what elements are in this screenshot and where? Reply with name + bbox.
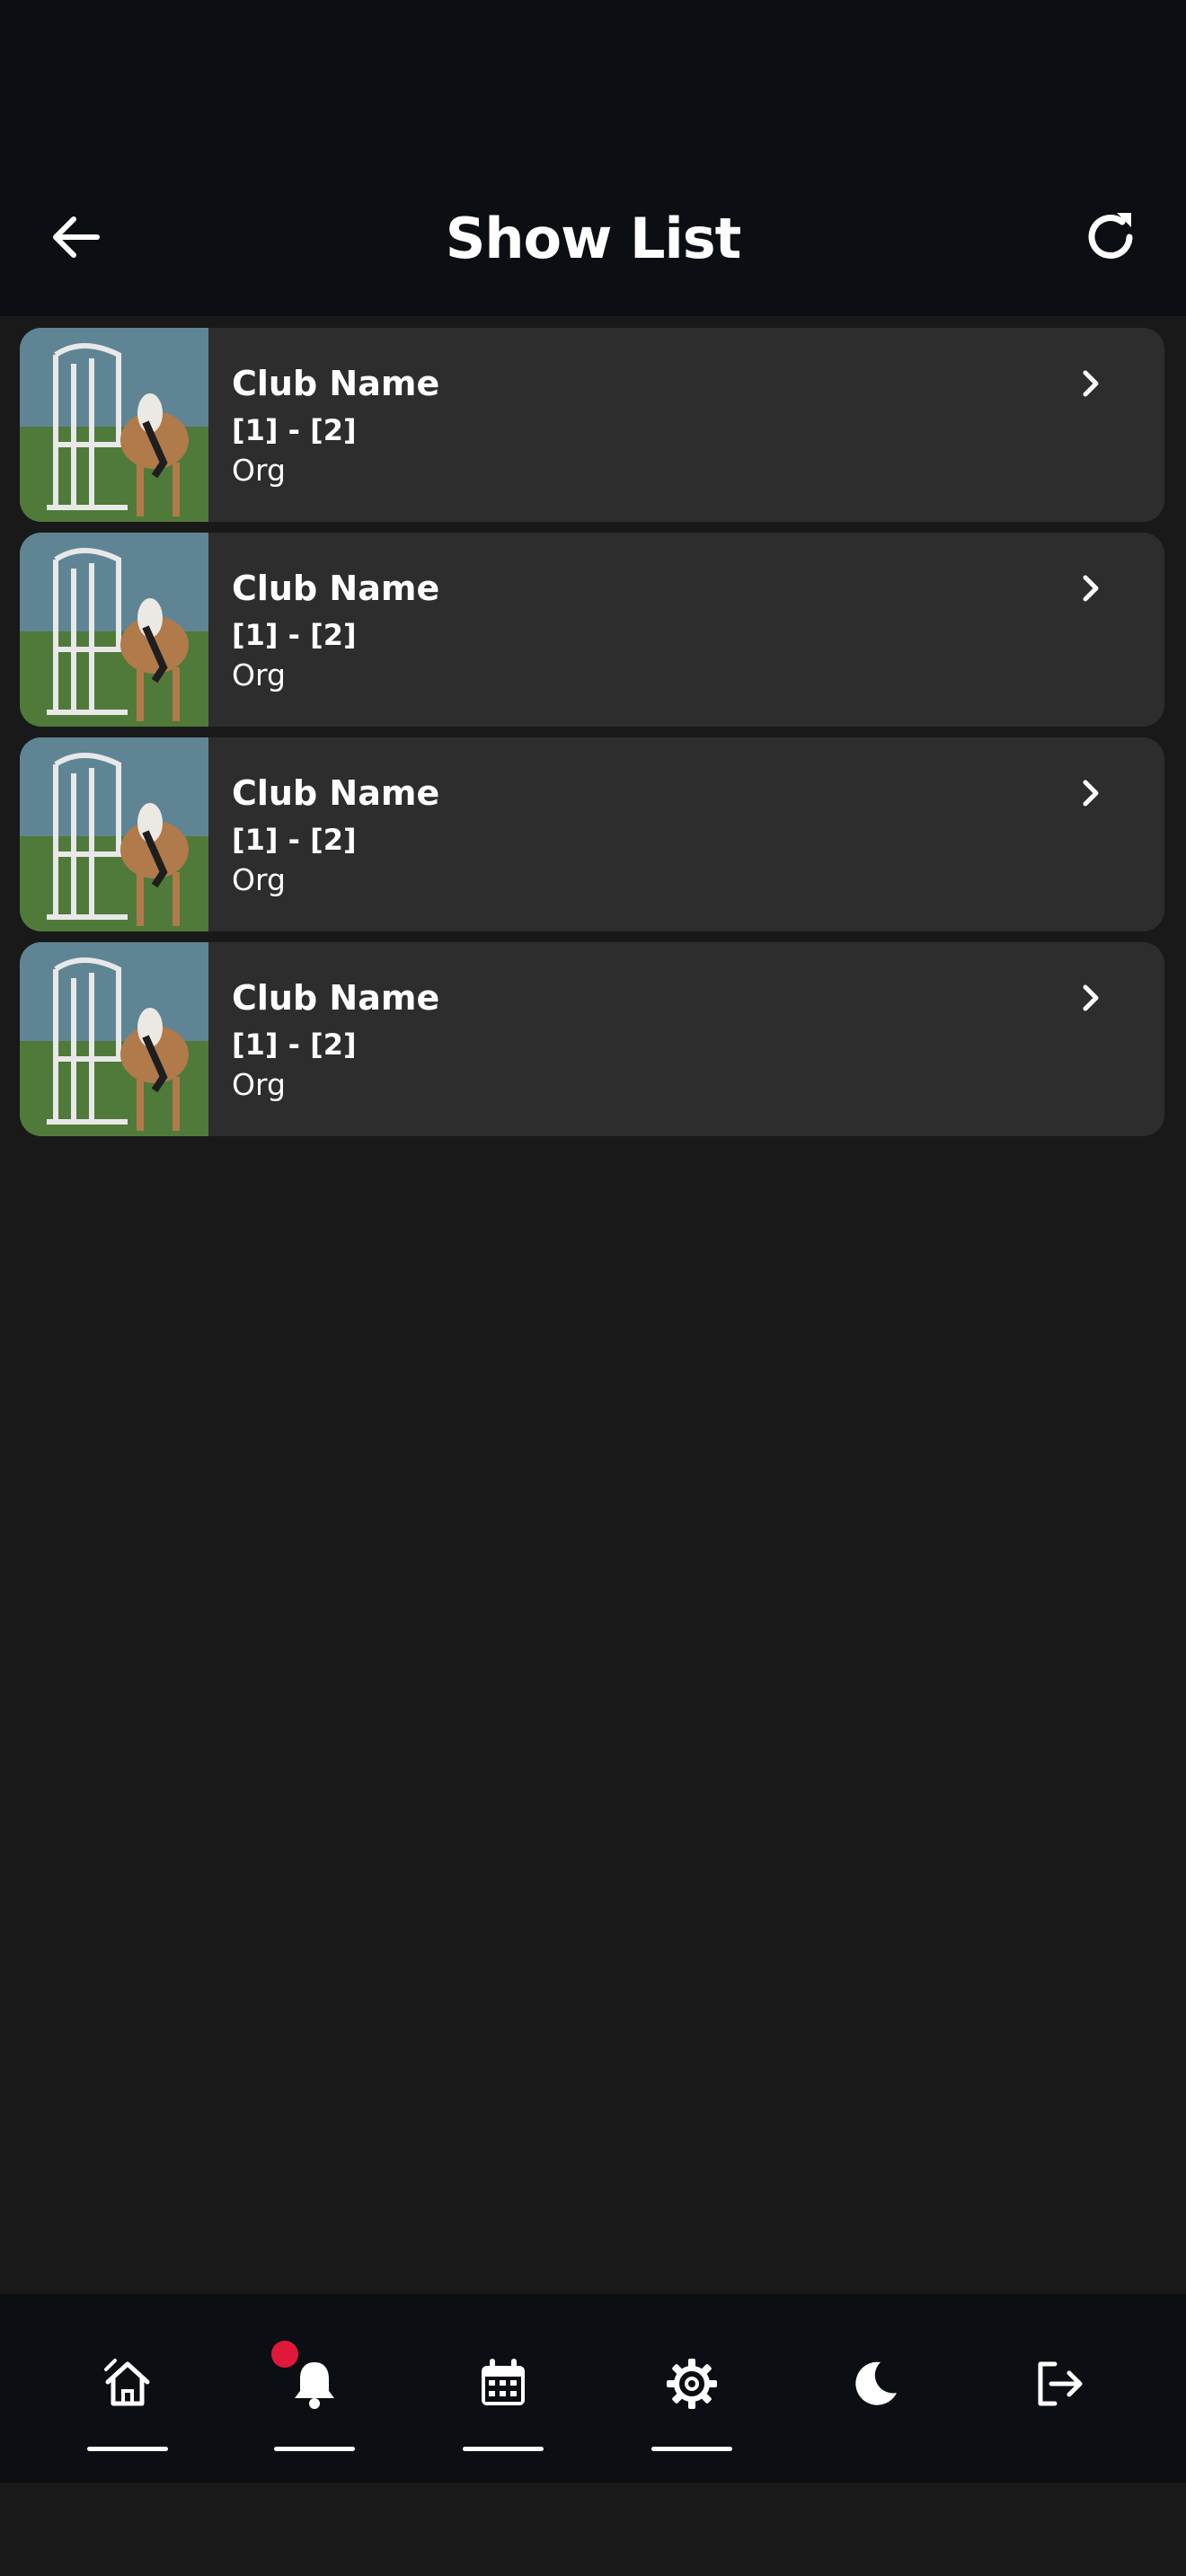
bell-icon — [295, 2362, 334, 2409]
show-thumbnail — [20, 942, 208, 1136]
refresh-icon — [1088, 213, 1133, 259]
chevron-right-icon — [1083, 984, 1099, 1011]
chevron-right-icon — [1083, 575, 1099, 602]
nav-notifications[interactable] — [261, 2294, 368, 2483]
club-name: Club Name — [232, 569, 440, 608]
calendar-icon — [482, 2359, 525, 2405]
bottom-navigation — [0, 2294, 1186, 2483]
nav-calendar-underline — [463, 2447, 544, 2451]
nav-home-underline — [87, 2447, 168, 2451]
show-thumbnail — [20, 533, 208, 727]
nav-notifications-underline — [274, 2447, 355, 2451]
show-range: [1] - [2] — [232, 1028, 357, 1062]
organization: Org — [232, 657, 286, 693]
logout-icon — [1038, 2361, 1083, 2406]
show-thumbnail — [20, 328, 208, 522]
nav-calendar[interactable] — [449, 2294, 557, 2483]
nav-home[interactable] — [74, 2294, 181, 2483]
organization: Org — [232, 1067, 286, 1102]
gear-icon — [667, 2359, 717, 2409]
nav-dark-mode[interactable] — [821, 2294, 929, 2483]
club-name: Club Name — [232, 364, 440, 403]
home-icon — [104, 2359, 150, 2406]
club-name: Club Name — [232, 773, 440, 813]
chevron-right-icon — [1083, 370, 1099, 397]
show-list: Club Name [1] - [2] Org Club Name [1] - … — [20, 328, 1164, 1147]
show-card[interactable]: Club Name [1] - [2] Org — [20, 942, 1164, 1136]
club-name: Club Name — [232, 978, 440, 1018]
page-title: Show List — [445, 206, 742, 271]
show-card[interactable]: Club Name [1] - [2] Org — [20, 533, 1164, 727]
top-app-bar: Show List — [0, 0, 1186, 316]
show-card[interactable]: Club Name [1] - [2] Org — [20, 328, 1164, 522]
organization: Org — [232, 453, 286, 488]
refresh-button[interactable] — [1073, 199, 1148, 275]
chevron-right-icon — [1083, 780, 1099, 807]
moon-icon — [855, 2361, 897, 2405]
show-range: [1] - [2] — [232, 823, 357, 857]
show-card[interactable]: Club Name [1] - [2] Org — [20, 737, 1164, 931]
show-thumbnail — [20, 737, 208, 931]
nav-settings[interactable] — [638, 2294, 746, 2483]
organization: Org — [232, 862, 286, 897]
nav-logout[interactable] — [1005, 2294, 1112, 2483]
show-list-screen: Show List Club Name [1] - [2] Org Club N… — [0, 0, 1186, 2576]
show-range: [1] - [2] — [232, 618, 357, 652]
nav-settings-underline — [651, 2447, 732, 2451]
show-range: [1] - [2] — [232, 413, 357, 447]
system-gesture-area — [0, 2483, 1186, 2576]
